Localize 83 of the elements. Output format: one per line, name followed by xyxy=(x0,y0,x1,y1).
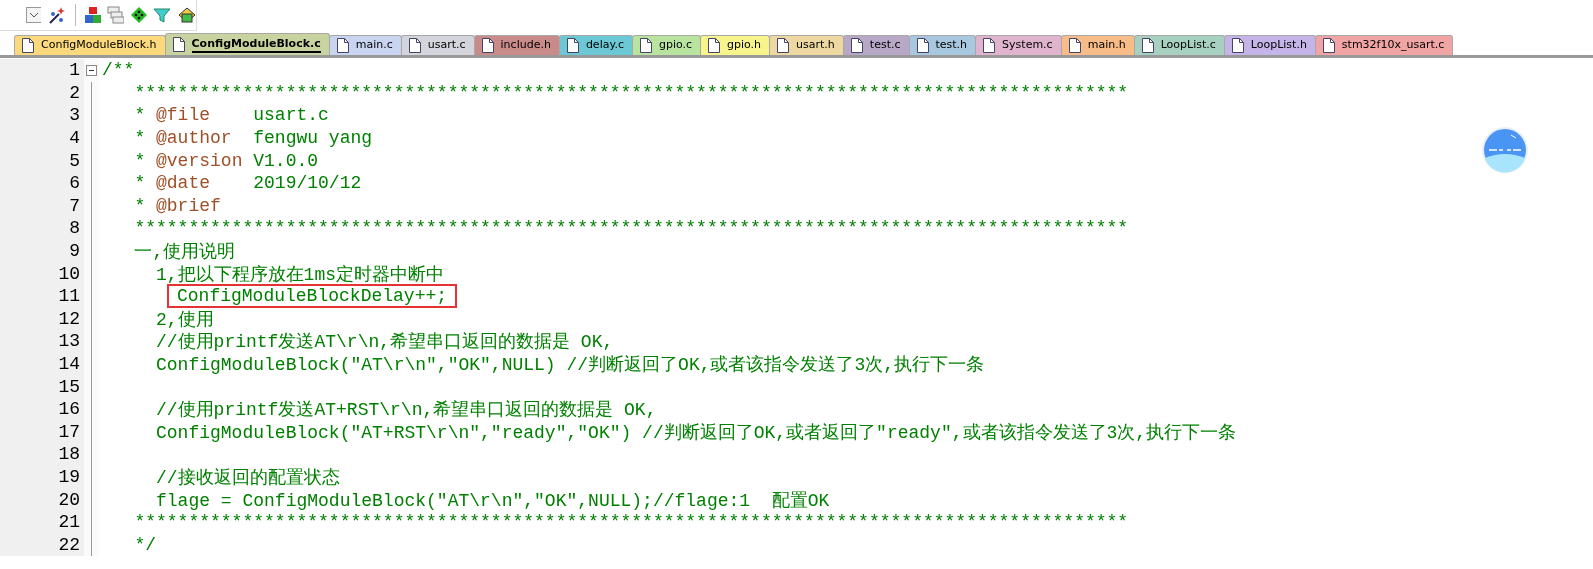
line-number: 15 xyxy=(0,375,84,398)
line-number: 9 xyxy=(0,239,84,263)
line-number: 18 xyxy=(0,443,84,466)
code-line: * @version V1.0.0 xyxy=(133,150,319,171)
line-number: 14 xyxy=(0,352,84,376)
stack-icon[interactable] xyxy=(176,6,196,24)
file-tab[interactable]: gpio.h xyxy=(700,35,771,55)
file-tab[interactable]: main.c xyxy=(328,35,402,55)
file-tab[interactable]: ConfigModuleBlock.h xyxy=(14,35,166,55)
line-number: 22 xyxy=(0,533,84,557)
line-number: 6 xyxy=(0,171,84,195)
line-number: 12 xyxy=(0,307,84,331)
file-tab[interactable]: gpio.c xyxy=(631,35,702,55)
file-icon xyxy=(639,38,652,53)
code-line: ******************************************************************************************** xyxy=(133,512,1129,533)
file-tab[interactable]: ConfigModuleBlock.c xyxy=(164,33,330,55)
line-number: 10 xyxy=(0,262,84,285)
code-line: * @author fengwu yang xyxy=(133,128,373,149)
code-line: 2,使用 xyxy=(155,308,214,331)
line-number: 17 xyxy=(0,420,84,444)
code-line: * @file usart.c xyxy=(133,105,329,126)
code-line: flage = ConfigModuleBlock("AT\r\n","OK",NULL);//flage:1 配置OK xyxy=(155,489,830,512)
file-icon xyxy=(1141,38,1154,53)
code-line: * @date 2019/10/12 xyxy=(133,173,362,194)
file-icon xyxy=(1068,38,1081,53)
file-icon xyxy=(1322,38,1335,53)
line-number: 11 xyxy=(0,284,84,308)
line-number: 5 xyxy=(0,149,84,172)
file-tab[interactable]: include.h xyxy=(473,35,560,55)
file-tab[interactable]: System.c xyxy=(975,35,1062,55)
file-tab[interactable]: LoopList.c xyxy=(1133,35,1225,55)
line-number: 19 xyxy=(0,465,84,489)
file-icon xyxy=(916,38,929,53)
file-icon xyxy=(850,38,863,53)
line-number: 4 xyxy=(0,126,84,150)
file-icon xyxy=(481,38,494,53)
code-line: */ xyxy=(133,534,156,555)
file-icon xyxy=(172,37,185,52)
fold-toggle-icon[interactable] xyxy=(86,64,97,76)
windows-icon[interactable] xyxy=(106,6,125,24)
file-tab[interactable]: test.h xyxy=(908,35,977,55)
file-tab[interactable]: usart.h xyxy=(769,35,844,55)
line-number: 16 xyxy=(0,397,84,421)
file-icon xyxy=(408,38,421,53)
code-line: //使用printf发送AT\r\n,希望串口返回的数据是 OK, xyxy=(155,331,614,354)
line-number: 3 xyxy=(0,104,84,127)
line-number: 7 xyxy=(0,194,84,218)
code-line: 1,把以下程序放在1ms定时器中断中 xyxy=(155,263,445,286)
code-line: //接收返回的配置状态 xyxy=(155,467,340,489)
line-number: 1 xyxy=(0,59,84,82)
highlighted-code: ConfigModuleBlockDelay++; xyxy=(167,284,458,309)
file-tab[interactable]: test.c xyxy=(842,35,910,55)
wand-icon[interactable] xyxy=(47,5,67,25)
file-tab[interactable]: LoopList.h xyxy=(1223,35,1316,55)
file-icon xyxy=(566,38,579,53)
line-number: 21 xyxy=(0,510,84,534)
file-icon xyxy=(708,38,721,53)
file-icon xyxy=(22,38,34,53)
file-tab[interactable]: usart.c xyxy=(400,35,475,55)
code-line: * @brief xyxy=(133,195,221,216)
code-line: ConfigModuleBlock("AT\r\n","OK",NULL) //判断返回了OK,或者该指令发送了3次,执行下一条 xyxy=(155,354,985,376)
file-icon xyxy=(777,38,790,53)
code-line: /** xyxy=(101,60,135,81)
line-number: 13 xyxy=(0,330,84,353)
code-line: //使用printf发送AT+RST\r\n,希望串口返回的数据是 OK, xyxy=(155,399,657,422)
float-ball-icon[interactable] xyxy=(1481,126,1529,174)
code-line: ******************************************************************************************** xyxy=(133,218,1129,239)
file-tab[interactable]: main.h xyxy=(1060,35,1135,55)
file-icon xyxy=(336,38,349,53)
line-number: 2 xyxy=(0,81,84,105)
dropdown-icon[interactable] xyxy=(26,7,42,23)
code-line: 一,使用说明 xyxy=(133,241,236,264)
file-tab[interactable]: delay.c xyxy=(558,35,633,55)
line-number: 8 xyxy=(0,217,84,240)
funnel-icon[interactable] xyxy=(153,6,171,24)
code-line: ******************************************************************************************** xyxy=(133,82,1129,103)
line-number: 20 xyxy=(0,488,84,511)
diamond-icon[interactable] xyxy=(130,6,148,24)
code-line: ConfigModuleBlock("AT+RST\r\n","ready","OK") //判断返回了OK,或者返回了"ready",或者该指令发送了3次,执行下一条 xyxy=(155,421,1237,444)
file-tab[interactable]: stm32f10x_usart.c xyxy=(1314,35,1454,55)
file-icon xyxy=(983,38,996,53)
blocks-icon[interactable] xyxy=(83,6,101,24)
file-icon xyxy=(1231,38,1244,53)
